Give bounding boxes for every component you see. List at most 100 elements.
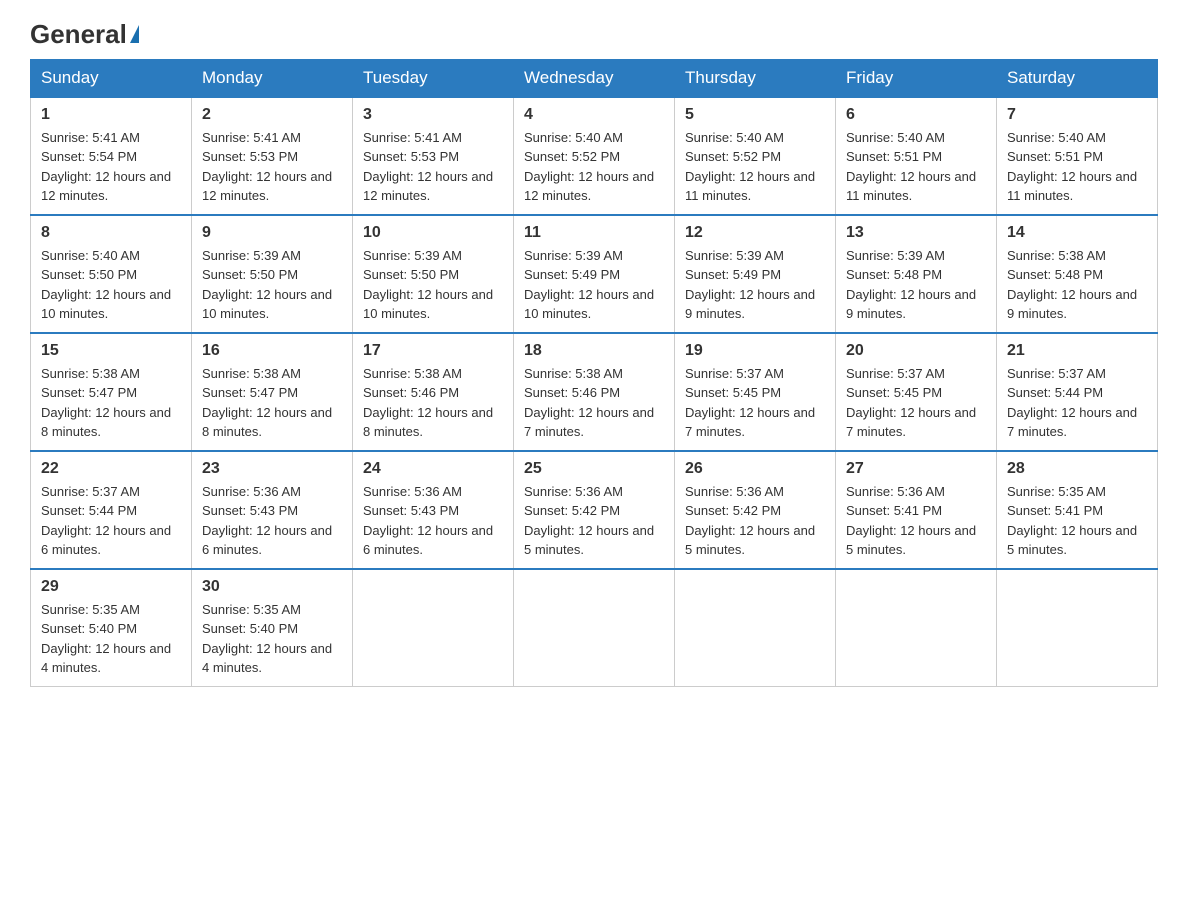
day-info: Sunrise: 5:41 AMSunset: 5:54 PMDaylight:… [41,128,181,206]
calendar-cell: 7Sunrise: 5:40 AMSunset: 5:51 PMDaylight… [997,97,1158,215]
day-number: 21 [1007,342,1147,360]
day-info: Sunrise: 5:36 AMSunset: 5:41 PMDaylight:… [846,482,986,560]
calendar-cell: 12Sunrise: 5:39 AMSunset: 5:49 PMDayligh… [675,215,836,333]
day-number: 3 [363,106,503,124]
calendar-cell: 18Sunrise: 5:38 AMSunset: 5:46 PMDayligh… [514,333,675,451]
day-number: 17 [363,342,503,360]
calendar-cell: 9 Sunrise: 5:39 AMSunset: 5:50 PMDaylight… [192,215,353,333]
day-number: 29 [41,578,181,596]
logo-general: General [30,20,139,49]
day-number: 1 [41,106,181,124]
calendar-cell: 4 Sunrise: 5:40 AMSunset: 5:52 PMDaylight… [514,97,675,215]
day-info: Sunrise: 5:37 AMSunset: 5:45 PMDaylight:… [846,364,986,442]
day-number: 8 [41,224,181,242]
header-thursday: Thursday [675,59,836,97]
day-number: 16 [202,342,342,360]
day-info: Sunrise: 5:39 AMSunset: 5:49 PMDaylight:… [685,246,825,324]
calendar-table: Sunday Monday Tuesday Wednesday Thursday… [30,59,1158,687]
calendar-cell: 29 Sunrise: 5:35 AMSunset: 5:40 PMDayligh… [31,569,192,687]
header-saturday: Saturday [997,59,1158,97]
day-number: 4 [524,106,664,124]
day-number: 19 [685,342,825,360]
day-info: Sunrise: 5:40 AMSunset: 5:50 PMDaylight:… [41,246,181,324]
day-info: Sunrise: 5:36 AMSunset: 5:43 PMDaylight:… [363,482,503,560]
day-number: 6 [846,106,986,124]
day-info: Sunrise: 5:35 AMSunset: 5:40 PMDaylight:… [202,600,342,678]
calendar-cell: 8 Sunrise: 5:40 AMSunset: 5:50 PMDaylight… [31,215,192,333]
calendar-cell: 28 Sunrise: 5:35 AMSunset: 5:41 PMDayligh… [997,451,1158,569]
calendar-week-row: 8 Sunrise: 5:40 AMSunset: 5:50 PMDaylight… [31,215,1158,333]
calendar-cell: 14Sunrise: 5:38 AMSunset: 5:48 PMDayligh… [997,215,1158,333]
calendar-cell [675,569,836,687]
calendar-cell: 11Sunrise: 5:39 AMSunset: 5:49 PMDayligh… [514,215,675,333]
header-friday: Friday [836,59,997,97]
day-number: 13 [846,224,986,242]
calendar-cell: 3 Sunrise: 5:41 AMSunset: 5:53 PMDaylight… [353,97,514,215]
header-tuesday: Tuesday [353,59,514,97]
day-info: Sunrise: 5:38 AMSunset: 5:47 PMDaylight:… [202,364,342,442]
day-info: Sunrise: 5:38 AMSunset: 5:46 PMDaylight:… [524,364,664,442]
calendar-cell: 6 Sunrise: 5:40 AMSunset: 5:51 PMDaylight… [836,97,997,215]
calendar-week-row: 29 Sunrise: 5:35 AMSunset: 5:40 PMDayligh… [31,569,1158,687]
day-info: Sunrise: 5:36 AMSunset: 5:42 PMDaylight:… [685,482,825,560]
day-info: Sunrise: 5:37 AMSunset: 5:44 PMDaylight:… [1007,364,1147,442]
calendar-cell: 21 Sunrise: 5:37 AMSunset: 5:44 PMDayligh… [997,333,1158,451]
logo-triangle-icon [130,25,139,43]
day-info: Sunrise: 5:41 AMSunset: 5:53 PMDaylight:… [363,128,503,206]
day-info: Sunrise: 5:36 AMSunset: 5:42 PMDaylight:… [524,482,664,560]
day-info: Sunrise: 5:37 AMSunset: 5:44 PMDaylight:… [41,482,181,560]
day-number: 30 [202,578,342,596]
day-info: Sunrise: 5:38 AMSunset: 5:47 PMDaylight:… [41,364,181,442]
logo-text: General [30,20,139,49]
header-sunday: Sunday [31,59,192,97]
day-number: 9 [202,224,342,242]
day-number: 14 [1007,224,1147,242]
calendar-cell: 5Sunrise: 5:40 AMSunset: 5:52 PMDaylight… [675,97,836,215]
calendar-cell: 20 Sunrise: 5:37 AMSunset: 5:45 PMDayligh… [836,333,997,451]
day-number: 15 [41,342,181,360]
calendar-cell: 22 Sunrise: 5:37 AMSunset: 5:44 PMDayligh… [31,451,192,569]
calendar-header-row: Sunday Monday Tuesday Wednesday Thursday… [31,59,1158,97]
calendar-cell: 2 Sunrise: 5:41 AMSunset: 5:53 PMDaylight… [192,97,353,215]
day-number: 20 [846,342,986,360]
calendar-cell: 25 Sunrise: 5:36 AMSunset: 5:42 PMDayligh… [514,451,675,569]
day-info: Sunrise: 5:40 AMSunset: 5:52 PMDaylight:… [685,128,825,206]
calendar-cell: 16 Sunrise: 5:38 AMSunset: 5:47 PMDayligh… [192,333,353,451]
day-info: Sunrise: 5:39 AMSunset: 5:50 PMDaylight:… [363,246,503,324]
calendar-cell [514,569,675,687]
calendar-cell: 17 Sunrise: 5:38 AMSunset: 5:46 PMDayligh… [353,333,514,451]
header-wednesday: Wednesday [514,59,675,97]
day-info: Sunrise: 5:39 AMSunset: 5:49 PMDaylight:… [524,246,664,324]
logo: General [30,20,139,49]
calendar-cell: 24 Sunrise: 5:36 AMSunset: 5:43 PMDayligh… [353,451,514,569]
day-info: Sunrise: 5:39 AMSunset: 5:50 PMDaylight:… [202,246,342,324]
calendar-cell [836,569,997,687]
day-info: Sunrise: 5:36 AMSunset: 5:43 PMDaylight:… [202,482,342,560]
day-info: Sunrise: 5:35 AMSunset: 5:41 PMDaylight:… [1007,482,1147,560]
calendar-cell: 27Sunrise: 5:36 AMSunset: 5:41 PMDayligh… [836,451,997,569]
calendar-cell: 1 Sunrise: 5:41 AMSunset: 5:54 PMDaylight… [31,97,192,215]
day-number: 24 [363,460,503,478]
day-number: 7 [1007,106,1147,124]
calendar-cell: 15 Sunrise: 5:38 AMSunset: 5:47 PMDayligh… [31,333,192,451]
calendar-cell: 13 Sunrise: 5:39 AMSunset: 5:48 PMDayligh… [836,215,997,333]
day-info: Sunrise: 5:38 AMSunset: 5:46 PMDaylight:… [363,364,503,442]
day-info: Sunrise: 5:39 AMSunset: 5:48 PMDaylight:… [846,246,986,324]
calendar-week-row: 1 Sunrise: 5:41 AMSunset: 5:54 PMDaylight… [31,97,1158,215]
calendar-cell: 26Sunrise: 5:36 AMSunset: 5:42 PMDayligh… [675,451,836,569]
calendar-week-row: 22 Sunrise: 5:37 AMSunset: 5:44 PMDayligh… [31,451,1158,569]
calendar-cell: 19Sunrise: 5:37 AMSunset: 5:45 PMDayligh… [675,333,836,451]
day-number: 22 [41,460,181,478]
calendar-cell: 30 Sunrise: 5:35 AMSunset: 5:40 PMDayligh… [192,569,353,687]
day-number: 23 [202,460,342,478]
day-info: Sunrise: 5:41 AMSunset: 5:53 PMDaylight:… [202,128,342,206]
day-number: 25 [524,460,664,478]
day-info: Sunrise: 5:40 AMSunset: 5:51 PMDaylight:… [846,128,986,206]
day-info: Sunrise: 5:35 AMSunset: 5:40 PMDaylight:… [41,600,181,678]
day-number: 28 [1007,460,1147,478]
day-number: 10 [363,224,503,242]
header-monday: Monday [192,59,353,97]
day-info: Sunrise: 5:40 AMSunset: 5:52 PMDaylight:… [524,128,664,206]
calendar-cell: 23 Sunrise: 5:36 AMSunset: 5:43 PMDayligh… [192,451,353,569]
day-number: 2 [202,106,342,124]
